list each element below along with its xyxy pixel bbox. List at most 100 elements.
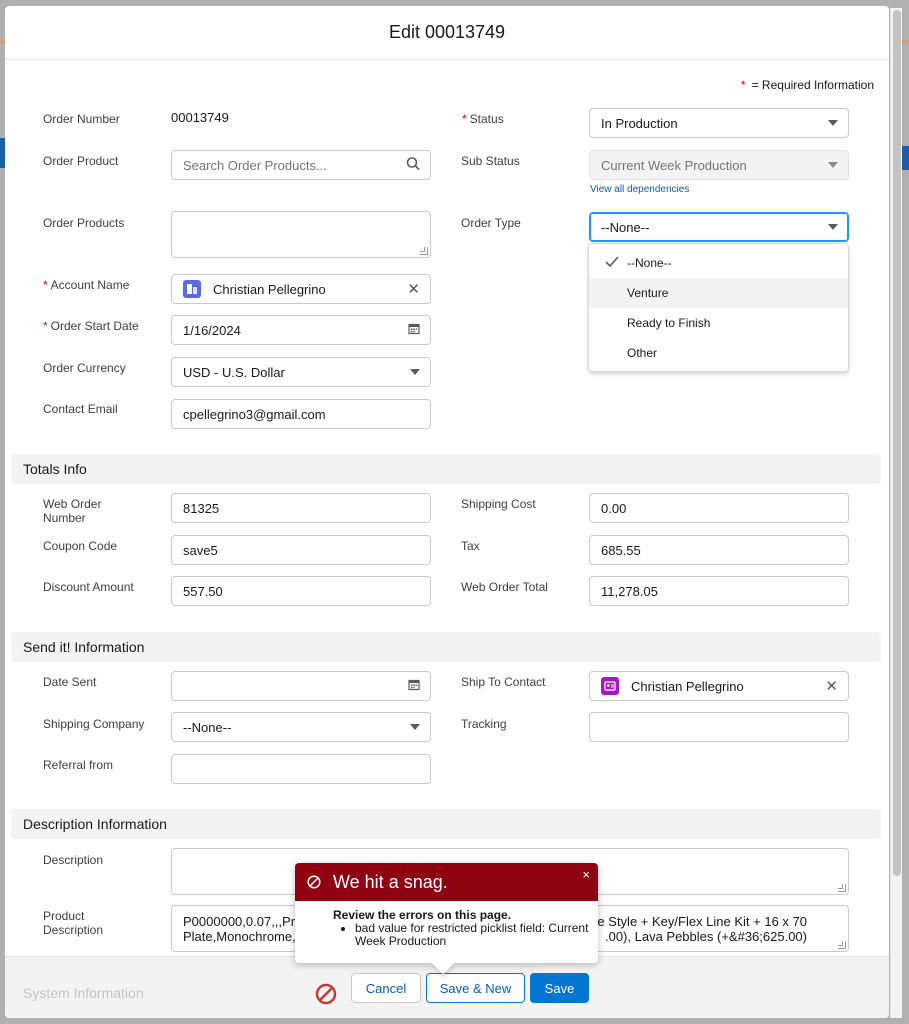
order-product-search-input[interactable]: Search Order Products... (171, 150, 431, 180)
order-type-select[interactable]: --None-- (589, 212, 849, 242)
referral-from-label: Referral from (43, 758, 114, 772)
calendar-icon[interactable] (408, 679, 420, 694)
product-description-label-line1: Product (43, 909, 85, 923)
product-description-label: Product Description (43, 909, 103, 937)
status-select[interactable]: In Production (589, 108, 849, 138)
search-icon (406, 157, 420, 174)
order-product-placeholder: Search Order Products... (183, 157, 327, 173)
totals-info-heading: Totals Info (23, 461, 87, 477)
order-type-option[interactable]: Venture (589, 278, 848, 308)
shipping-cost-input[interactable]: 0.00 (589, 493, 849, 523)
product-description-text: ree Style + Key/Flex Line Kit + 16 x 70 (585, 914, 807, 929)
close-icon[interactable]: × (582, 867, 590, 882)
order-type-label: Order Type (461, 216, 521, 230)
order-type-option-label: Ready to Finish (627, 316, 711, 330)
order-type-option-label: Other (627, 346, 658, 360)
web-order-number-label: Web Order Number (43, 497, 101, 525)
referral-from-input[interactable] (171, 754, 431, 784)
contact-email-input[interactable]: cpellegrino3@gmail.com (171, 399, 431, 429)
modal-header: Edit 00013749 (5, 6, 889, 60)
order-type-option[interactable]: Ready to Finish (589, 308, 848, 338)
status-label-text: Status (469, 112, 504, 126)
sub-status-select: Current Week Production (589, 150, 849, 180)
status-value: In Production (601, 115, 678, 131)
cancel-button[interactable]: Cancel (351, 973, 421, 1003)
modal-title: Edit 00013749 (388, 22, 506, 42)
totals-info-section-header[interactable]: Totals Info (11, 454, 881, 484)
tax-value: 685.55 (601, 542, 641, 558)
error-popover-header: We hit a snag. × (295, 863, 598, 901)
chevron-down-icon (410, 369, 420, 375)
product-description-text: Plate,Monochrome, (183, 929, 296, 944)
clear-contact-icon[interactable]: ✕ (825, 677, 838, 695)
date-sent-input[interactable] (171, 671, 431, 701)
required-star: * (462, 112, 467, 126)
required-star: * (43, 319, 48, 333)
order-type-option[interactable]: --None-- (589, 248, 848, 278)
required-star: * (740, 78, 746, 92)
shipping-company-select[interactable]: --None-- (171, 712, 431, 742)
chevron-down-icon (410, 724, 420, 730)
shipping-company-value: --None-- (183, 719, 232, 735)
sub-status-label: Sub Status (461, 154, 520, 168)
error-subtitle: Review the errors on this page. (333, 908, 512, 922)
error-popover-body: Review the errors on this page. bad valu… (295, 901, 598, 948)
view-all-dependencies-link[interactable]: View all dependencies (590, 184, 689, 195)
order-start-date-label-text: Order Start Date (50, 319, 139, 333)
required-info-text: = Required Information (751, 78, 874, 92)
web-order-total-input[interactable]: 11,278.05 (589, 576, 849, 606)
discount-amount-input[interactable]: 557.50 (171, 576, 431, 606)
resize-handle-icon[interactable] (420, 247, 428, 255)
product-description-text: .00), Lava Pebbles (+&#36;625.00) (604, 929, 807, 944)
date-sent-label: Date Sent (43, 675, 97, 689)
chevron-down-icon (828, 120, 838, 126)
coupon-code-input[interactable]: save5 (171, 535, 431, 565)
tax-input[interactable]: 685.55 (589, 535, 849, 565)
coupon-code-value: save5 (183, 542, 218, 558)
tax-label: Tax (461, 539, 480, 553)
tracking-input[interactable] (589, 712, 849, 742)
description-heading: Description Information (23, 816, 167, 832)
sub-status-value: Current Week Production (601, 157, 747, 173)
web-order-number-label-line1: Web Order (43, 497, 102, 511)
discount-amount-label: Discount Amount (43, 580, 134, 594)
error-indicator-icon[interactable] (315, 983, 337, 1005)
error-list: bad value for restricted picklist field:… (355, 922, 598, 948)
order-start-date-value: 1/16/2024 (183, 322, 241, 338)
tracking-label: Tracking (461, 717, 507, 731)
web-order-number-value: 81325 (183, 500, 220, 516)
send-it-section-header[interactable]: Send it! Information (11, 632, 881, 662)
order-type-option-label: Venture (627, 286, 669, 300)
order-start-date-input[interactable]: 1/16/2024 (171, 315, 431, 345)
calendar-icon[interactable] (408, 323, 420, 338)
order-currency-select[interactable]: USD - U.S. Dollar (171, 357, 431, 387)
order-currency-value: USD - U.S. Dollar (183, 364, 285, 380)
error-popover: We hit a snag. × Review the errors on th… (295, 863, 598, 975)
save-and-new-button[interactable]: Save & New (426, 973, 525, 1003)
resize-handle-icon[interactable] (838, 884, 846, 892)
scrollbar-thumb[interactable] (893, 10, 901, 876)
product-description-label-line2: Description (43, 923, 104, 937)
ship-to-contact-label: Ship To Contact (461, 675, 546, 689)
shipping-company-label: Shipping Company (43, 717, 145, 731)
resize-handle-icon[interactable] (838, 941, 846, 949)
account-name-lookup[interactable]: Christian Pellegrino ✕ (171, 274, 431, 304)
order-type-option-label: --None-- (627, 256, 672, 270)
web-order-total-label: Web Order Total (461, 580, 548, 594)
account-name-value: Christian Pellegrino (213, 281, 326, 297)
discount-amount-value: 557.50 (183, 583, 223, 599)
modal-scrollbar[interactable] (890, 8, 902, 1018)
order-type-option[interactable]: Other (589, 338, 848, 368)
order-products-textarea[interactable] (171, 211, 431, 258)
ship-to-contact-lookup[interactable]: Christian Pellegrino ✕ (589, 671, 849, 701)
send-it-heading: Send it! Information (23, 639, 145, 655)
required-star: * (43, 278, 48, 292)
description-section-header[interactable]: Description Information (11, 809, 881, 839)
web-order-number-label-line2: Number (43, 511, 86, 525)
save-button[interactable]: Save (530, 973, 589, 1003)
order-product-label: Order Product (43, 154, 119, 168)
account-name-label: * Account Name (43, 278, 129, 292)
clear-account-icon[interactable]: ✕ (407, 280, 420, 298)
web-order-number-input[interactable]: 81325 (171, 493, 431, 523)
order-type-listbox: --None-- Venture Ready to Finish Other (588, 243, 849, 372)
